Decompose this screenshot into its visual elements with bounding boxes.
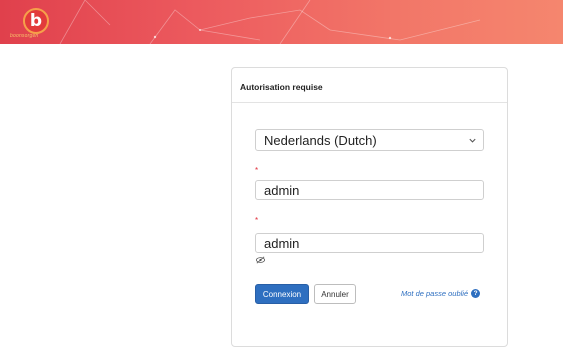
question-circle-icon[interactable]: ?: [471, 289, 481, 298]
banner-decoration: [59, 0, 481, 44]
language-select[interactable]: Nederlands (Dutch): [255, 129, 484, 151]
forgot-password: Mot de passe oublié ?: [401, 289, 481, 298]
panel-title: Autorisation requise: [240, 82, 323, 92]
brand-text: boonsorgen: [10, 33, 39, 39]
boonsorgen-logo-icon[interactable]: b: [23, 8, 49, 34]
chevron-down-icon: [469, 138, 476, 143]
login-panel: Autorisation requise Nederlands (Dutch) …: [231, 67, 508, 347]
username-field[interactable]: admin: [255, 180, 484, 200]
language-select-value: Nederlands (Dutch): [264, 132, 377, 148]
cancel-button[interactable]: Annuler: [314, 284, 356, 304]
connect-button[interactable]: Connexion: [255, 284, 309, 304]
password-field[interactable]: admin: [255, 233, 484, 253]
password-required-marker: *: [255, 216, 259, 225]
panel-header: Autorisation requise: [232, 68, 507, 103]
logo-glyph: b: [29, 10, 43, 31]
forgot-password-link[interactable]: Mot de passe oublié: [401, 289, 468, 298]
eye-slash-icon[interactable]: [255, 256, 266, 264]
header-banner: b boonsorgen: [0, 0, 563, 44]
username-required-marker: *: [255, 166, 259, 175]
